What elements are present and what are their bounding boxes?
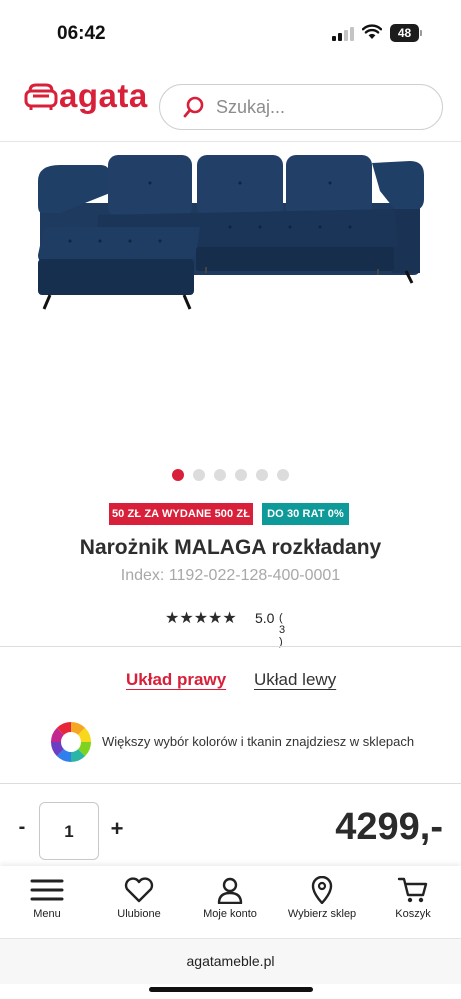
logo-text: agata <box>59 77 148 114</box>
divider <box>0 646 461 647</box>
status-bar: 06:42 48 <box>0 0 461 62</box>
nav-store[interactable]: Wybierz sklep <box>276 876 368 936</box>
browser-url-bar[interactable]: agatameble.pl <box>0 938 461 984</box>
search-icon[interactable] <box>182 95 206 119</box>
agata-logo[interactable]: agata <box>24 77 147 118</box>
quantity-input[interactable]: 1 <box>39 802 99 860</box>
nav-cart-label: Koszyk <box>395 908 431 920</box>
layout-right-link[interactable]: Układ prawy <box>126 670 226 690</box>
carousel-dot-4[interactable] <box>235 469 247 481</box>
carousel-dot-6[interactable] <box>277 469 289 481</box>
nav-account-label: Moje konto <box>203 908 257 920</box>
color-wheel-icon <box>51 722 91 762</box>
status-time: 06:42 <box>57 23 106 44</box>
signal-icon <box>332 27 354 41</box>
rating-stars-icon: ★★★★★ <box>165 610 237 627</box>
nav-favorites-label: Ulubione <box>117 908 161 920</box>
bottom-nav: Menu Ulubione Moje konto Wybierz sklep K… <box>0 866 461 938</box>
nav-favorites[interactable]: Ulubione <box>93 876 185 936</box>
corner-sofa-image <box>38 155 424 310</box>
nav-cart[interactable]: Koszyk <box>367 876 459 936</box>
heart-icon <box>124 877 154 903</box>
nav-store-label: Wybierz sklep <box>287 908 357 920</box>
home-indicator <box>149 987 313 992</box>
search-box[interactable] <box>159 84 443 130</box>
nav-menu-label: Menu <box>33 908 61 920</box>
layout-left-link[interactable]: Układ lewy <box>254 670 336 690</box>
user-icon <box>217 877 243 904</box>
divider <box>0 783 461 784</box>
quantity-plus-button[interactable]: + <box>108 816 126 842</box>
layout-options: Układ prawy Układ lewy <box>0 670 461 694</box>
rating-score: 5.0 <box>255 610 275 626</box>
menu-icon <box>30 879 64 901</box>
carousel-dot-3[interactable] <box>214 469 226 481</box>
promo-badge[interactable]: 50 ZŁ ZA WYDANE 500 ZŁ <box>109 503 253 525</box>
battery-icon: 48 <box>390 24 422 42</box>
carousel-dot-5[interactable] <box>256 469 268 481</box>
product-index: Index: 1192-022-128-400-0001 <box>120 567 341 584</box>
installments-badge[interactable]: DO 30 RAT 0% <box>262 503 349 525</box>
product-title: Narożnik MALAGA rozkładany <box>79 536 382 559</box>
location-pin-icon <box>311 876 333 904</box>
rating-count: ( 3 ) <box>279 612 287 648</box>
product-image[interactable] <box>0 143 461 453</box>
site-header: agata <box>0 66 461 142</box>
browser-url[interactable]: agatameble.pl <box>0 953 461 969</box>
wifi-icon <box>362 24 382 39</box>
quantity-minus-button[interactable]: - <box>14 816 30 839</box>
color-info-text: Większy wybór kolorów i tkanin znajdzies… <box>102 734 415 749</box>
search-input[interactable] <box>216 93 426 121</box>
carousel-dot-2[interactable] <box>193 469 205 481</box>
color-info: Większy wybór kolorów i tkanin znajdzies… <box>50 721 430 763</box>
battery-level: 48 <box>397 26 412 40</box>
product-price: 4299,- <box>335 806 443 848</box>
cart-icon <box>397 877 428 903</box>
carousel-dot-1[interactable] <box>172 469 184 481</box>
nav-menu[interactable]: Menu <box>1 876 93 936</box>
sofa-logo-icon <box>24 83 58 110</box>
nav-account[interactable]: Moje konto <box>184 876 276 936</box>
purchase-row: - 1 + 4299,- <box>0 800 461 864</box>
